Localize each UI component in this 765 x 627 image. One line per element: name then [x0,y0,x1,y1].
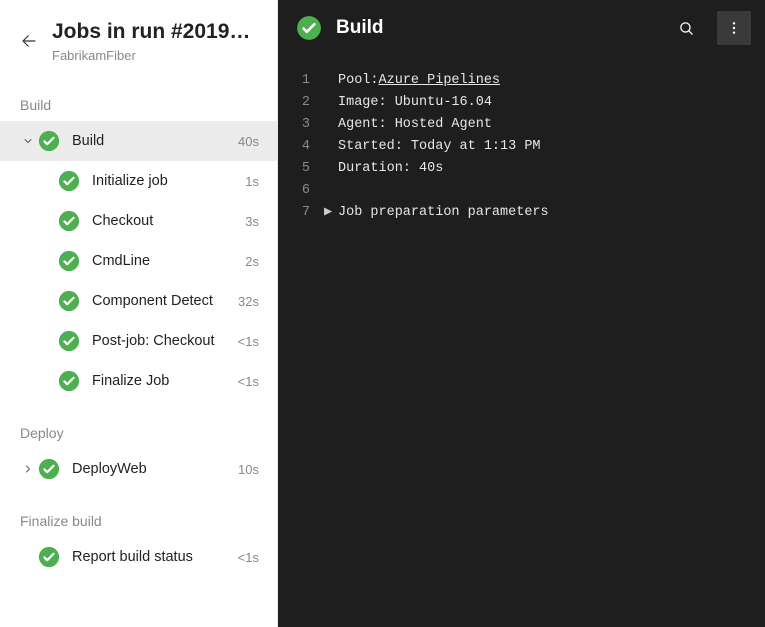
page-title: Jobs in run #20191… [52,20,257,44]
pool-link[interactable]: Azure Pipelines [379,70,501,92]
more-actions-button[interactable] [717,11,751,45]
log-fold-label[interactable]: Job preparation parameters [338,202,549,224]
step-label: CmdLine [92,253,239,269]
chevron-right-icon[interactable] [18,463,38,475]
log-body[interactable]: 1 Pool: Azure Pipelines 2 Image: Ubuntu-… [278,56,765,224]
job-row-build[interactable]: Build 40s [0,121,277,161]
job-label: Build [72,133,232,149]
status-success-icon [58,290,80,312]
status-success-icon [38,458,60,480]
panel-header: Jobs in run #20191… FabrikamFiber [0,0,277,73]
log-header: Build [278,0,765,56]
step-label: Checkout [92,213,239,229]
step-row[interactable]: Post-job: Checkout <1s [0,321,277,361]
job-duration: 40s [232,134,277,149]
line-number: 6 [278,180,324,202]
step-duration: 1s [239,174,277,189]
job-label: Report build status [72,549,232,565]
chevron-down-icon[interactable] [18,135,38,147]
stage-label: Deploy [0,401,277,449]
step-label: Initialize job [92,173,239,189]
line-number: 2 [278,92,324,114]
job-label: DeployWeb [72,461,232,477]
log-line: 3 Agent: Hosted Agent [278,114,765,136]
step-row[interactable]: Checkout 3s [0,201,277,241]
step-duration: <1s [232,334,277,349]
log-line: 6 [278,180,765,202]
step-duration: 2s [239,254,277,269]
line-number: 3 [278,114,324,136]
status-success-icon [58,170,80,192]
job-title: Build [336,17,655,39]
job-duration: <1s [232,550,277,565]
project-name: FabrikamFiber [52,48,257,63]
step-row[interactable]: Finalize Job <1s [0,361,277,401]
line-number: 5 [278,158,324,180]
status-success-icon [38,546,60,568]
fold-caret-icon[interactable]: ▶ [324,202,338,224]
line-number: 4 [278,136,324,158]
more-vertical-icon [726,20,742,36]
search-button[interactable] [669,11,703,45]
stage-label: Build [0,73,277,121]
step-label: Component Detect [92,293,232,309]
log-panel: Build 1 Pool: Azure Pipelines 2 Image: U… [278,0,765,627]
log-line: 4 Started: Today at 1:13 PM [278,136,765,158]
job-row-report[interactable]: Report build status <1s [0,537,277,577]
status-success-icon [58,370,80,392]
step-row[interactable]: Initialize job 1s [0,161,277,201]
step-label: Post-job: Checkout [92,333,232,349]
back-button[interactable] [20,20,38,58]
stage-label: Finalize build [0,489,277,537]
job-row-deployweb[interactable]: DeployWeb 10s [0,449,277,489]
status-success-icon [58,330,80,352]
status-success-icon [296,15,322,41]
step-duration: 3s [239,214,277,229]
status-success-icon [58,250,80,272]
jobs-panel: Jobs in run #20191… FabrikamFiber Build … [0,0,278,627]
status-success-icon [38,130,60,152]
job-duration: 10s [232,462,277,477]
line-number: 7 [278,202,324,224]
search-icon [678,20,695,37]
step-row[interactable]: CmdLine 2s [0,241,277,281]
line-number: 1 [278,70,324,92]
step-label: Finalize Job [92,373,232,389]
status-success-icon [58,210,80,232]
log-line: 5 Duration: 40s [278,158,765,180]
step-row[interactable]: Component Detect 32s [0,281,277,321]
log-line: 7 ▶Job preparation parameters [278,202,765,224]
step-duration: 32s [232,294,277,309]
step-duration: <1s [232,374,277,389]
arrow-left-icon [20,32,38,50]
log-line: 1 Pool: Azure Pipelines [278,70,765,92]
log-line: 2 Image: Ubuntu-16.04 [278,92,765,114]
